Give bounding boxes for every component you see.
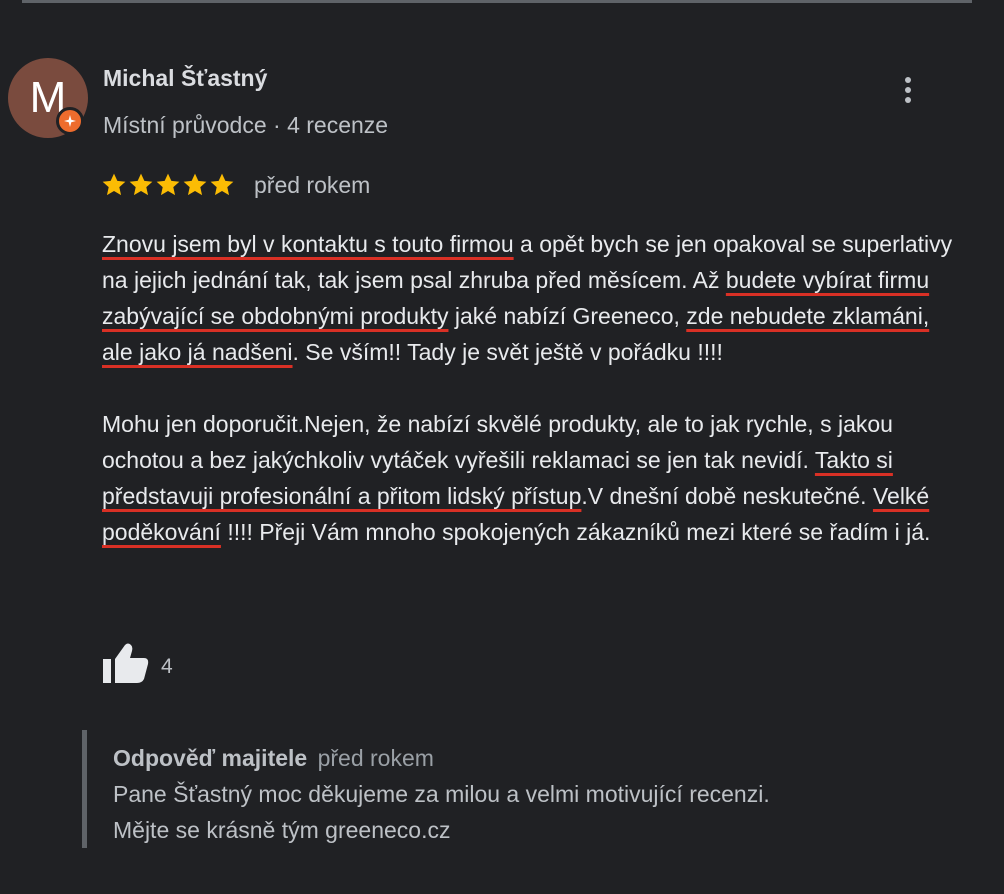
review-paragraph: Znovu jsem byl v kontaktu s touto firmou… (102, 231, 953, 365)
thumbs-up-icon (103, 643, 149, 683)
reviewer-name[interactable]: Michal Šťastný (103, 65, 267, 92)
review-text: Znovu jsem byl v kontaktu s touto firmou… (102, 226, 962, 550)
owner-reply: Odpověď majitele před rokem Pane Šťastný… (82, 730, 962, 848)
star-rating (101, 172, 235, 198)
like-count: 4 (161, 655, 173, 678)
like-button[interactable] (102, 642, 150, 684)
local-guide-badge-icon (56, 107, 84, 135)
star-icon (210, 173, 234, 196)
reviewer-meta: Místní průvodce · 4 recenze (103, 112, 389, 138)
owner-reply-date: před rokem (317, 745, 434, 771)
owner-reply-label: Odpověď majitele (113, 745, 308, 771)
star-icon (102, 173, 126, 196)
star-icon (156, 173, 180, 196)
review-date: před rokem (254, 172, 371, 198)
top-divider (22, 0, 972, 3)
review-paragraph: Mohu jen doporučit.Nejen, že nabízí skvě… (102, 411, 931, 545)
star-icon (129, 173, 153, 196)
star-icon (183, 173, 207, 196)
owner-reply-text: Pane Šťastný moc děkujeme za milou a vel… (113, 781, 770, 843)
more-options-button[interactable] (893, 74, 923, 106)
more-vert-icon (905, 77, 911, 83)
highlighted-phrase: Znovu jsem byl v kontaktu s touto firmou (102, 231, 514, 257)
